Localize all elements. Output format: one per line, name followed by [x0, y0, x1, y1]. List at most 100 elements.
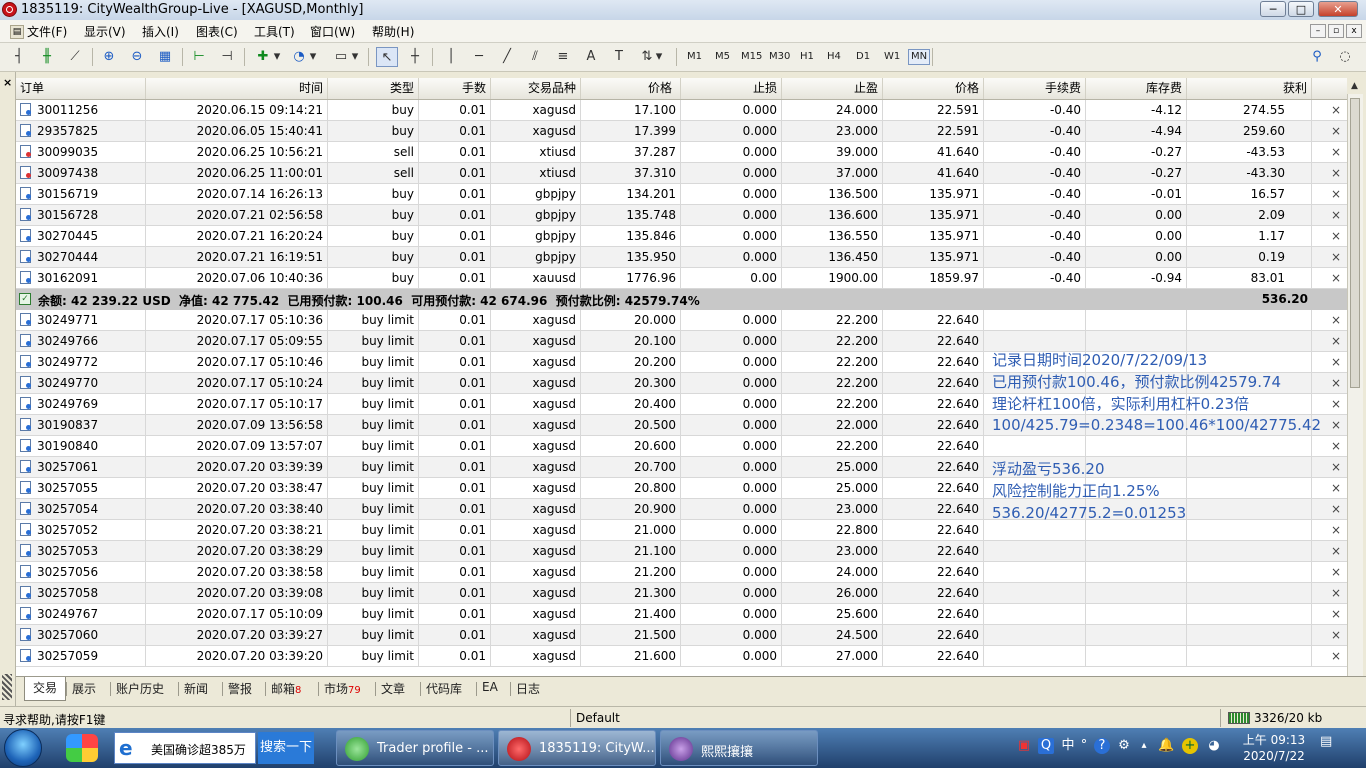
menu-file[interactable]: ▤ 文件(F): [10, 23, 67, 40]
tab-2[interactable]: 账户历史: [116, 680, 164, 697]
table-row[interactable]: 30257058 2020.07.20 03:39:08 buy limit 0.01…: [16, 583, 1347, 604]
search-icon[interactable]: ⚲: [1306, 47, 1328, 67]
column-header[interactable]: 止损: [681, 78, 782, 99]
table-row[interactable]: 30249771 2020.07.17 05:10:36 buy limit 0.01…: [16, 310, 1347, 331]
mdi-restore-button[interactable]: ▫: [1328, 24, 1344, 38]
tab-4[interactable]: 警报: [228, 680, 252, 697]
maximize-button[interactable]: □: [1288, 1, 1314, 17]
vertical-scrollbar[interactable]: [1347, 94, 1363, 676]
close-order-icon[interactable]: ×: [1331, 373, 1341, 393]
close-order-icon[interactable]: ×: [1331, 184, 1341, 204]
text-tool-icon[interactable]: A: [580, 47, 602, 67]
notification-bell-icon[interactable]: 🔔: [1158, 738, 1174, 754]
tile-windows-icon[interactable]: ▦: [154, 47, 176, 67]
menu-charts[interactable]: 图表(C): [196, 23, 238, 40]
table-row[interactable]: 30162091 2020.07.06 10:40:36 buy 0.01 xauusd…: [16, 268, 1347, 289]
table-row[interactable]: 30270444 2020.07.21 16:19:51 buy 0.01 gbpjpy…: [16, 247, 1347, 268]
close-order-icon[interactable]: ×: [1331, 499, 1341, 519]
tab-0[interactable]: 交易: [24, 677, 67, 701]
timeframe-m1[interactable]: M1: [687, 51, 702, 62]
timeframe-h4[interactable]: H4: [827, 51, 841, 62]
close-order-icon[interactable]: ×: [1331, 226, 1341, 246]
pdf-tray-icon[interactable]: ▣: [1016, 738, 1032, 754]
horizontal-line-icon[interactable]: ─: [468, 47, 490, 67]
vertical-line-icon[interactable]: │: [440, 47, 462, 67]
autoscroll-icon[interactable]: ⊣: [216, 47, 238, 67]
close-order-icon[interactable]: ×: [1331, 142, 1341, 162]
start-button[interactable]: [4, 729, 42, 767]
menu-insert[interactable]: 插入(I): [142, 23, 179, 40]
indicators-icon[interactable]: ✚: [252, 47, 274, 67]
table-row[interactable]: 30011256 2020.06.15 09:14:21 buy 0.01 xagusd…: [16, 100, 1347, 121]
column-header[interactable]: 交易品种: [491, 78, 581, 99]
table-row[interactable]: 30156728 2020.07.21 02:56:58 buy 0.01 gbpjpy…: [16, 205, 1347, 226]
task-metatrader[interactable]: 1835119: CityW...: [498, 730, 656, 766]
q-tray-icon[interactable]: Q: [1038, 738, 1054, 754]
close-order-icon[interactable]: ×: [1331, 331, 1341, 351]
close-order-icon[interactable]: ×: [1331, 268, 1341, 288]
column-header[interactable]: 订单: [16, 78, 146, 99]
plus-tray-icon[interactable]: +: [1182, 738, 1198, 754]
tab-10[interactable]: 日志: [516, 680, 540, 697]
task-trader-profile[interactable]: Trader profile - ...: [336, 730, 494, 766]
timeframe-w1[interactable]: W1: [884, 51, 900, 62]
timeframe-d1[interactable]: D1: [856, 51, 870, 62]
close-order-icon[interactable]: ×: [1331, 352, 1341, 372]
column-header[interactable]: 止盈: [782, 78, 883, 99]
close-order-icon[interactable]: ×: [1331, 394, 1341, 414]
column-header[interactable]: 获利: [1187, 78, 1312, 99]
column-header[interactable]: 价格: [581, 78, 681, 99]
fibonacci-icon[interactable]: ≡: [552, 47, 574, 67]
close-order-icon[interactable]: ×: [1331, 583, 1341, 603]
menu-window[interactable]: 窗口(W): [310, 23, 355, 40]
text-label-icon[interactable]: T: [608, 47, 630, 67]
candlestick-icon[interactable]: ╫: [36, 47, 58, 67]
zoom-out-icon[interactable]: ⊖: [126, 47, 148, 67]
close-order-icon[interactable]: ×: [1331, 415, 1341, 435]
grip-handle-icon[interactable]: [2, 674, 12, 700]
help-tray-icon[interactable]: ?: [1094, 738, 1110, 754]
scrollbar-thumb[interactable]: [1350, 98, 1360, 388]
line-chart-icon[interactable]: ⟋: [64, 47, 86, 67]
trendline-icon[interactable]: ╱: [496, 47, 518, 67]
column-header[interactable]: 手数: [419, 78, 491, 99]
close-order-icon[interactable]: ×: [1331, 562, 1341, 582]
bar-chart-icon[interactable]: ┤: [8, 47, 30, 67]
ime-dot-icon[interactable]: °: [1076, 738, 1092, 754]
notifications-icon[interactable]: ▤: [1320, 734, 1342, 760]
app-launcher-icon[interactable]: [66, 734, 98, 762]
periods-clock-icon[interactable]: ◔: [288, 47, 310, 67]
task-chat[interactable]: 熙熙攘攘: [660, 730, 818, 766]
close-order-icon[interactable]: ×: [1331, 163, 1341, 183]
tab-8[interactable]: 代码库: [426, 680, 462, 697]
table-row[interactable]: 30257060 2020.07.20 03:39:27 buy limit 0.01…: [16, 625, 1347, 646]
ie-search-box[interactable]: e 美国确诊超385万: [114, 732, 256, 764]
timeframe-m15[interactable]: M15: [741, 51, 762, 62]
chevron-down-icon[interactable]: ▾: [350, 47, 360, 67]
tools-tray-icon[interactable]: ⚙: [1116, 738, 1132, 754]
minimize-button[interactable]: ─: [1260, 1, 1286, 17]
table-row[interactable]: 30257056 2020.07.20 03:38:58 buy limit 0.01…: [16, 562, 1347, 583]
channel-icon[interactable]: ⫽: [524, 47, 546, 67]
tab-7[interactable]: 文章: [381, 680, 405, 697]
table-row[interactable]: 30249767 2020.07.17 05:10:09 buy limit 0.01…: [16, 604, 1347, 625]
close-button[interactable]: ✕: [1318, 1, 1358, 17]
ie-search-button[interactable]: 搜索一下: [258, 732, 314, 764]
chevron-up-icon[interactable]: ▴: [1136, 738, 1152, 754]
close-order-icon[interactable]: ×: [1331, 520, 1341, 540]
chart-shift-icon[interactable]: ⊢: [188, 47, 210, 67]
close-order-icon[interactable]: ×: [1331, 604, 1341, 624]
tab-5[interactable]: 邮箱8: [271, 680, 301, 697]
tab-1[interactable]: 展示: [72, 680, 96, 697]
timeframe-mn[interactable]: MN: [908, 49, 931, 65]
chevron-down-icon[interactable]: ▾: [308, 47, 318, 67]
table-row[interactable]: 30097438 2020.06.25 11:00:01 sell 0.01 xtius…: [16, 163, 1347, 184]
close-icon[interactable]: ×: [3, 76, 12, 89]
table-row[interactable]: 30257059 2020.07.20 03:39:20 buy limit 0.01…: [16, 646, 1347, 667]
close-order-icon[interactable]: ×: [1331, 478, 1341, 498]
scroll-up-icon[interactable]: ▲: [1347, 78, 1362, 94]
close-order-icon[interactable]: ×: [1331, 247, 1341, 267]
close-order-icon[interactable]: ×: [1331, 100, 1341, 120]
column-header[interactable]: 库存费: [1086, 78, 1187, 99]
table-row[interactable]: 30156719 2020.07.14 16:26:13 buy 0.01 gbpjpy…: [16, 184, 1347, 205]
